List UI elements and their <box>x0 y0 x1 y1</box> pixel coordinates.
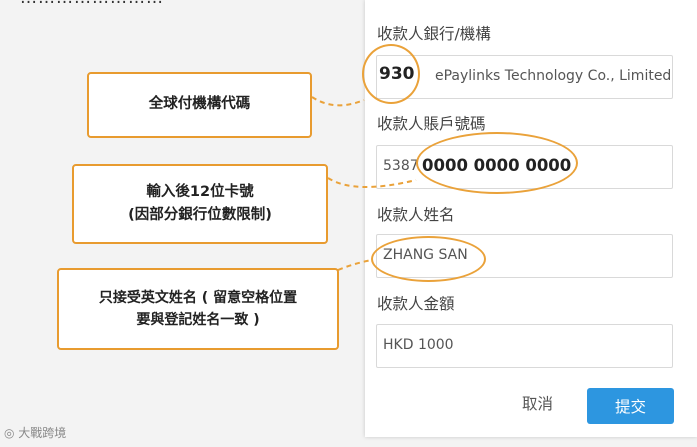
name-callout-line1: 只接受英文姓名 ( 留意空格位置 <box>98 289 298 306</box>
bank-code-callout-text: 全球付機構代碼 <box>148 96 251 113</box>
bank-code-callout: 全球付機構代碼 <box>87 72 312 138</box>
name-callout: 只接受英文姓名 ( 留意空格位置 要與登記姓名一致 ) <box>57 268 339 350</box>
connector-line-bank <box>311 96 365 107</box>
name-callout-line2: 要與登記姓名一致 ) <box>136 312 260 328</box>
account-callout-line1: 輸入後12位卡號 <box>146 183 254 200</box>
watermark: ◎ 大戰跨境 <box>4 424 66 441</box>
watermark-text: 大戰跨境 <box>18 426 67 440</box>
connector-line-account <box>327 177 417 188</box>
account-callout: 輸入後12位卡號 (因部分銀行位數限制) <box>72 164 328 244</box>
watermark-logo-icon: ◎ <box>4 426 19 440</box>
connector-line-name <box>337 259 373 271</box>
account-callout-line2: (因部分銀行位數限制) <box>128 207 272 223</box>
